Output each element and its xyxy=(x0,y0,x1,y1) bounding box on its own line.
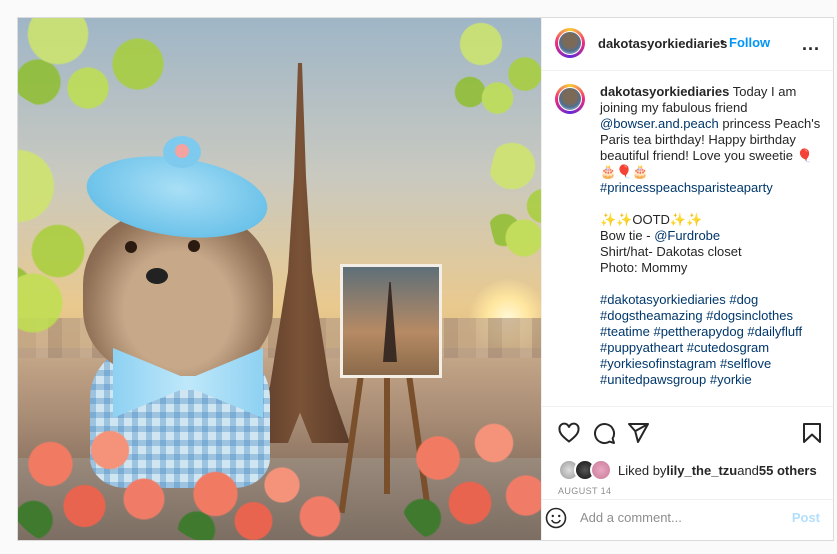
beret-knob xyxy=(163,136,201,168)
liker-avatar-3[interactable] xyxy=(590,459,612,481)
photo-line: Photo: Mommy xyxy=(600,260,688,275)
post-photo[interactable] xyxy=(18,18,541,540)
follow-button[interactable]: Follow xyxy=(729,35,770,50)
instagram-post: dakotasyorkiediaries • Follow ... dakota… xyxy=(17,17,834,541)
actions-section: Liked by lily_the_tzu and 55 others AUGU… xyxy=(542,406,833,536)
caption-username[interactable]: dakotasyorkiediaries xyxy=(600,84,729,99)
caption-avatar[interactable] xyxy=(555,84,585,114)
flowers-right xyxy=(398,398,541,540)
caption: dakotasyorkiediaries Today I am joining … xyxy=(600,84,822,388)
separator-dot: • xyxy=(720,34,725,49)
mention-furdrobe[interactable]: @Furdrobe xyxy=(654,228,720,243)
dog-eye-right xyxy=(188,240,200,252)
more-icon[interactable]: ... xyxy=(802,34,820,55)
flowers-left xyxy=(18,408,178,540)
flowers-bottom xyxy=(168,458,358,540)
heart-icon[interactable] xyxy=(557,421,581,445)
shirt-line: Shirt/hat- Dakotas closet xyxy=(600,244,742,259)
likes-user[interactable]: lily_the_tzu xyxy=(666,463,737,478)
hashtags[interactable]: #dakotasyorkiediaries #dog #dogstheamazi… xyxy=(600,292,802,387)
bowtie-prefix: Bow tie - xyxy=(600,228,655,243)
leaves-right xyxy=(488,118,541,278)
likes-row: Liked by lily_the_tzu and 55 others xyxy=(558,459,817,481)
likes-middle: and xyxy=(737,462,759,478)
likes-others[interactable]: 55 others xyxy=(759,463,817,478)
leaves-top-right xyxy=(448,18,541,128)
header-username[interactable]: dakotasyorkiediaries xyxy=(598,36,727,51)
ootd-line: ✨✨OOTD✨✨ xyxy=(600,212,703,227)
comment-icon[interactable] xyxy=(592,421,616,445)
mention-bowser[interactable]: @bowser.and.peach xyxy=(600,116,719,131)
leaves-top-left xyxy=(18,18,198,118)
dog-eye-left xyxy=(125,241,137,253)
comment-bar: Post xyxy=(542,499,833,536)
dog-nose xyxy=(146,268,168,284)
bookmark-icon[interactable] xyxy=(800,421,824,445)
post-date[interactable]: AUGUST 14 xyxy=(558,486,611,496)
post-header: dakotasyorkiediaries • Follow ... xyxy=(542,18,833,71)
post-button[interactable]: Post xyxy=(792,510,820,525)
avatar[interactable] xyxy=(555,28,585,58)
comment-input[interactable] xyxy=(578,509,782,526)
eiffel-painting xyxy=(340,264,442,378)
hashtag-princesspeach[interactable]: #princesspeachsparisteaparty xyxy=(600,180,773,195)
emoji-icon[interactable] xyxy=(544,506,568,530)
likes-prefix: Liked by xyxy=(618,462,667,478)
post-panel: dakotasyorkiediaries • Follow ... dakota… xyxy=(541,18,833,540)
send-icon[interactable] xyxy=(626,421,650,445)
